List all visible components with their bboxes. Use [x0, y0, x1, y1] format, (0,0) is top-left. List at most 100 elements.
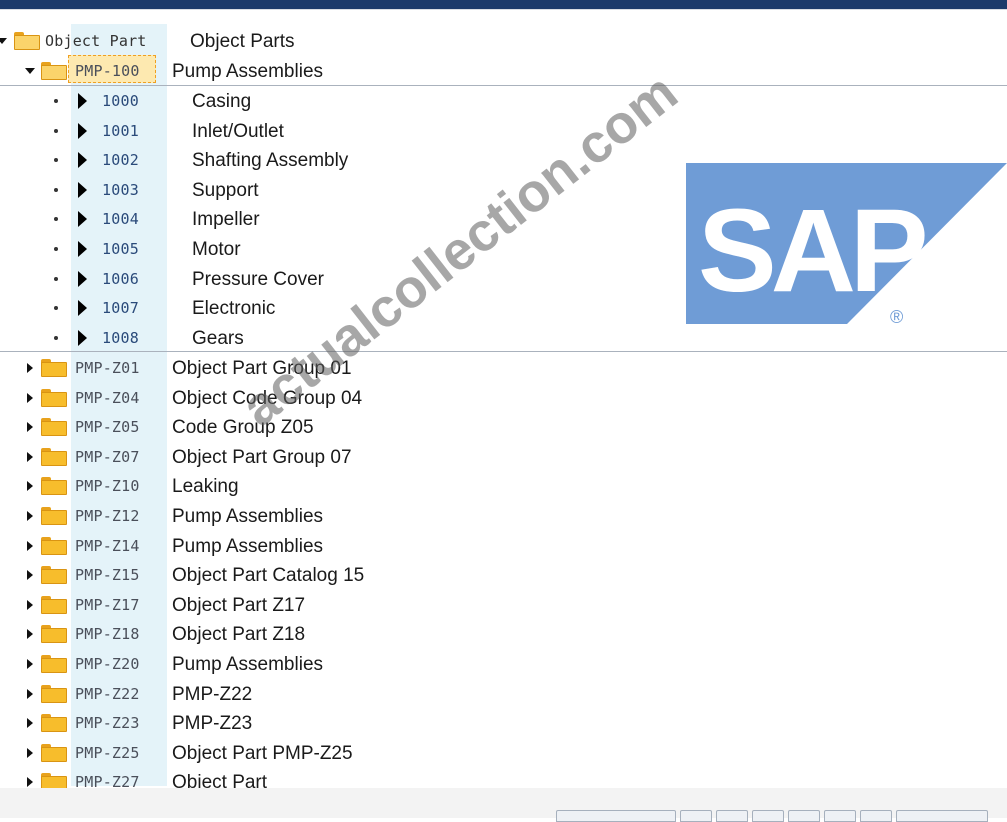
node-code: 1000 [102, 92, 139, 110]
expand-toggle-icon[interactable] [27, 659, 33, 669]
node-code: PMP-Z04 [75, 388, 140, 407]
folder-icon [41, 714, 67, 733]
toolbar-icon-button[interactable] [788, 810, 820, 822]
expand-toggle-icon[interactable] [27, 599, 33, 610]
tree-node-group[interactable]: PMP-Z07 Object Part Group 07 [0, 442, 1007, 472]
expand-toggle-icon[interactable] [27, 363, 33, 373]
tree-header-row[interactable]: Object Part Object Parts [0, 26, 1007, 56]
tree-node-group[interactable]: PMP-Z10 Leaking [0, 471, 1007, 501]
tree-node-group[interactable]: PMP-Z14 Pump Assemblies [0, 531, 1007, 561]
expand-arrow-icon[interactable] [78, 93, 87, 109]
expand-toggle-icon[interactable] [27, 570, 33, 581]
node-label: Pump Assemblies [172, 61, 324, 82]
node-label: Impeller [192, 209, 260, 231]
node-code: 1003 [102, 180, 139, 199]
node-label: Object Part Catalog 15 [172, 565, 365, 587]
expand-arrow-icon[interactable] [78, 241, 87, 257]
node-code: PMP-Z25 [75, 743, 140, 762]
folder-icon [41, 507, 67, 525]
expand-toggle-icon[interactable] [27, 629, 33, 640]
tree-node-group[interactable]: PMP-Z15 Object Part Catalog 15 [0, 560, 1007, 590]
tree-node-group[interactable]: PMP-Z22 PMP-Z22 [0, 679, 1007, 709]
expand-arrow-icon[interactable] [78, 152, 87, 169]
node-code: PMP-100 [75, 62, 140, 80]
expand-toggle-icon[interactable] [27, 392, 33, 403]
node-code: PMP-Z05 [75, 418, 140, 437]
group-separator [0, 351, 1007, 352]
node-label: Gears [192, 327, 244, 349]
node-code: PMP-Z10 [75, 477, 140, 496]
expand-arrow-icon[interactable] [78, 181, 87, 198]
expand-arrow-icon[interactable] [78, 270, 87, 287]
node-code: 1008 [102, 328, 139, 347]
tree-node-child[interactable]: 1000 Casing [0, 86, 1007, 116]
toolbar-icon-button[interactable] [824, 810, 856, 822]
expand-arrow-icon[interactable] [78, 329, 87, 346]
expand-toggle-icon[interactable] [27, 481, 33, 492]
node-label: Object Part PMP-Z25 [172, 742, 353, 764]
tree-node-group[interactable]: PMP-Z01 Object Part Group 01 [0, 353, 1007, 383]
collapse-toggle-icon[interactable] [25, 68, 35, 74]
header-code: Object Part [45, 32, 147, 50]
tree-node-group[interactable]: PMP-Z12 Pump Assemblies [0, 501, 1007, 531]
toolbar-icon-button[interactable] [860, 810, 892, 822]
expand-arrow-icon[interactable] [78, 300, 87, 317]
node-code: 1006 [102, 269, 139, 288]
folder-open-icon [14, 32, 40, 50]
tree-bullet-icon [54, 276, 58, 281]
node-label: Support [192, 179, 259, 201]
node-code: 1007 [102, 299, 139, 318]
tree-node-group[interactable]: PMP-Z05 Code Group Z05 [0, 412, 1007, 442]
toolbar-icon-button[interactable] [752, 810, 784, 822]
window-top-border [0, 9, 1007, 10]
svg-text:SAP: SAP [698, 185, 925, 317]
tree-node-child[interactable]: 1008 Gears [0, 323, 1007, 353]
node-code: 1002 [102, 151, 139, 170]
node-code: PMP-Z17 [75, 595, 140, 614]
toolbar-button[interactable] [896, 810, 988, 822]
tree-node-group[interactable]: PMP-Z04 Object Code Group 04 [0, 383, 1007, 413]
tree-node-group[interactable]: PMP-Z18 Object Part Z18 [0, 619, 1007, 649]
expand-toggle-icon[interactable] [27, 511, 33, 521]
node-label: PMP-Z22 [172, 683, 253, 705]
tree-bullet-icon [54, 217, 58, 222]
expand-arrow-icon[interactable] [78, 122, 87, 139]
node-label: Object Part Z18 [172, 624, 306, 646]
folder-icon [41, 625, 67, 644]
node-label: Object Part Z17 [172, 594, 306, 616]
folder-open-icon [41, 62, 67, 80]
tree-node-group[interactable]: PMP-Z25 Object Part PMP-Z25 [0, 738, 1007, 768]
expand-toggle-icon[interactable] [27, 747, 33, 758]
node-label: Pressure Cover [192, 268, 324, 290]
node-label: Leaking [172, 476, 239, 498]
toolbar-icon-button[interactable] [680, 810, 712, 822]
collapse-toggle-icon[interactable] [0, 38, 7, 44]
toolbar-button[interactable] [556, 810, 676, 822]
folder-icon [41, 684, 67, 703]
node-label: Pump Assemblies [172, 654, 324, 675]
tree-node-child[interactable]: 1001 Inlet/Outlet [0, 116, 1007, 146]
node-code: PMP-Z07 [75, 447, 140, 466]
expand-toggle-icon[interactable] [27, 451, 33, 462]
header-label: Object Parts [190, 31, 295, 52]
expand-toggle-icon[interactable] [27, 540, 33, 551]
expand-arrow-icon[interactable] [78, 211, 87, 228]
tree-node-selected[interactable]: PMP-100 Pump Assemblies [0, 56, 1007, 86]
folder-icon [41, 388, 67, 407]
expand-toggle-icon[interactable] [27, 718, 33, 729]
node-code: PMP-Z15 [75, 566, 140, 585]
toolbar-icon-button[interactable] [716, 810, 748, 822]
expand-toggle-icon[interactable] [27, 688, 33, 699]
tree-node-group[interactable]: PMP-Z20 Pump Assemblies [0, 649, 1007, 679]
tree-bullet-icon [54, 158, 58, 163]
tree-bullet-icon [54, 187, 58, 192]
expand-toggle-icon[interactable] [27, 422, 33, 433]
expand-toggle-icon[interactable] [27, 777, 33, 788]
tree-node-group[interactable]: PMP-Z23 PMP-Z23 [0, 708, 1007, 738]
svg-text:®: ® [890, 307, 903, 324]
node-code: PMP-Z14 [75, 536, 140, 555]
node-code: PMP-Z20 [75, 655, 140, 673]
folder-icon [41, 359, 67, 377]
tree-node-group[interactable]: PMP-Z17 Object Part Z17 [0, 590, 1007, 620]
node-code: PMP-Z18 [75, 625, 140, 644]
